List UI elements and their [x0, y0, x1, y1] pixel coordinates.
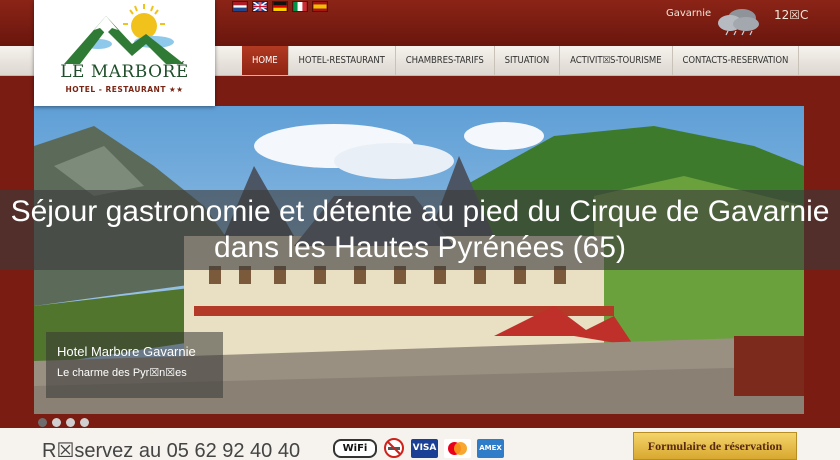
nav-chambres-tarifs[interactable]: CHAMBRES-TARIFS [396, 46, 495, 75]
slide-dot-1[interactable] [38, 418, 47, 427]
slide-dot-4[interactable] [80, 418, 89, 427]
slide-caption-title: Hotel Marbore Gavarnie [57, 344, 196, 359]
wifi-icon: WiFi [333, 438, 377, 458]
hero-headline: Séjour gastronomie et détente au pied du… [10, 195, 830, 264]
hero-overlay-banner: Séjour gastronomie et détente au pied du… [0, 190, 840, 270]
hotel-logo[interactable]: LE MARBORÉ HOTEL - RESTAURANT ★★ [34, 0, 215, 106]
slide-dot-2[interactable] [52, 418, 61, 427]
main-nav: HOME HOTEL-RESTAURANT CHAMBRES-TARIFS SI… [242, 46, 800, 75]
flag-germany-icon[interactable] [272, 1, 288, 12]
reservation-form-button[interactable]: Formulaire de réservation [633, 432, 797, 460]
mastercard-icon [444, 438, 471, 458]
logo-subtitle: HOTEL - RESTAURANT ★★ [65, 85, 184, 94]
nav-hotel-restaurant[interactable]: HOTEL-RESTAURANT [289, 46, 396, 75]
nav-home[interactable]: HOME [242, 46, 289, 75]
slide-caption-subtitle: Le charme des Pyr☒n☒es [57, 367, 187, 379]
visa-icon: VISA [411, 438, 438, 458]
nav-activites-tourisme[interactable]: ACTIVIT☒S-TOURISME [560, 46, 673, 75]
flag-spain-icon[interactable] [312, 1, 328, 12]
weather-temperature: 12☒C [774, 8, 809, 22]
service-badges: WiFi VISA AMEX [333, 437, 504, 459]
flag-italy-icon[interactable] [292, 1, 308, 12]
nav-contacts-reservation[interactable]: CONTACTS-RESERVATION [673, 46, 800, 75]
slide-caption: Hotel Marbore Gavarnie Le charme des Pyr… [46, 332, 223, 398]
weather-location: Gavarnie [666, 8, 712, 19]
nav-situation[interactable]: SITUATION [495, 46, 561, 75]
logo-name: LE MARBORÉ [60, 62, 189, 82]
amex-icon: AMEX [477, 438, 504, 458]
cloudy-icon [718, 9, 759, 36]
no-smoking-icon [384, 438, 404, 458]
phone-number: R☒servez au 05 62 92 40 40 [42, 440, 301, 460]
slide-dots [38, 418, 89, 427]
flag-netherlands-icon[interactable] [232, 1, 248, 12]
flag-uk-icon[interactable] [252, 1, 268, 12]
slide-dot-3[interactable] [66, 418, 75, 427]
logo-mountain-sun-icon [64, 4, 184, 64]
language-flags [232, 1, 328, 12]
